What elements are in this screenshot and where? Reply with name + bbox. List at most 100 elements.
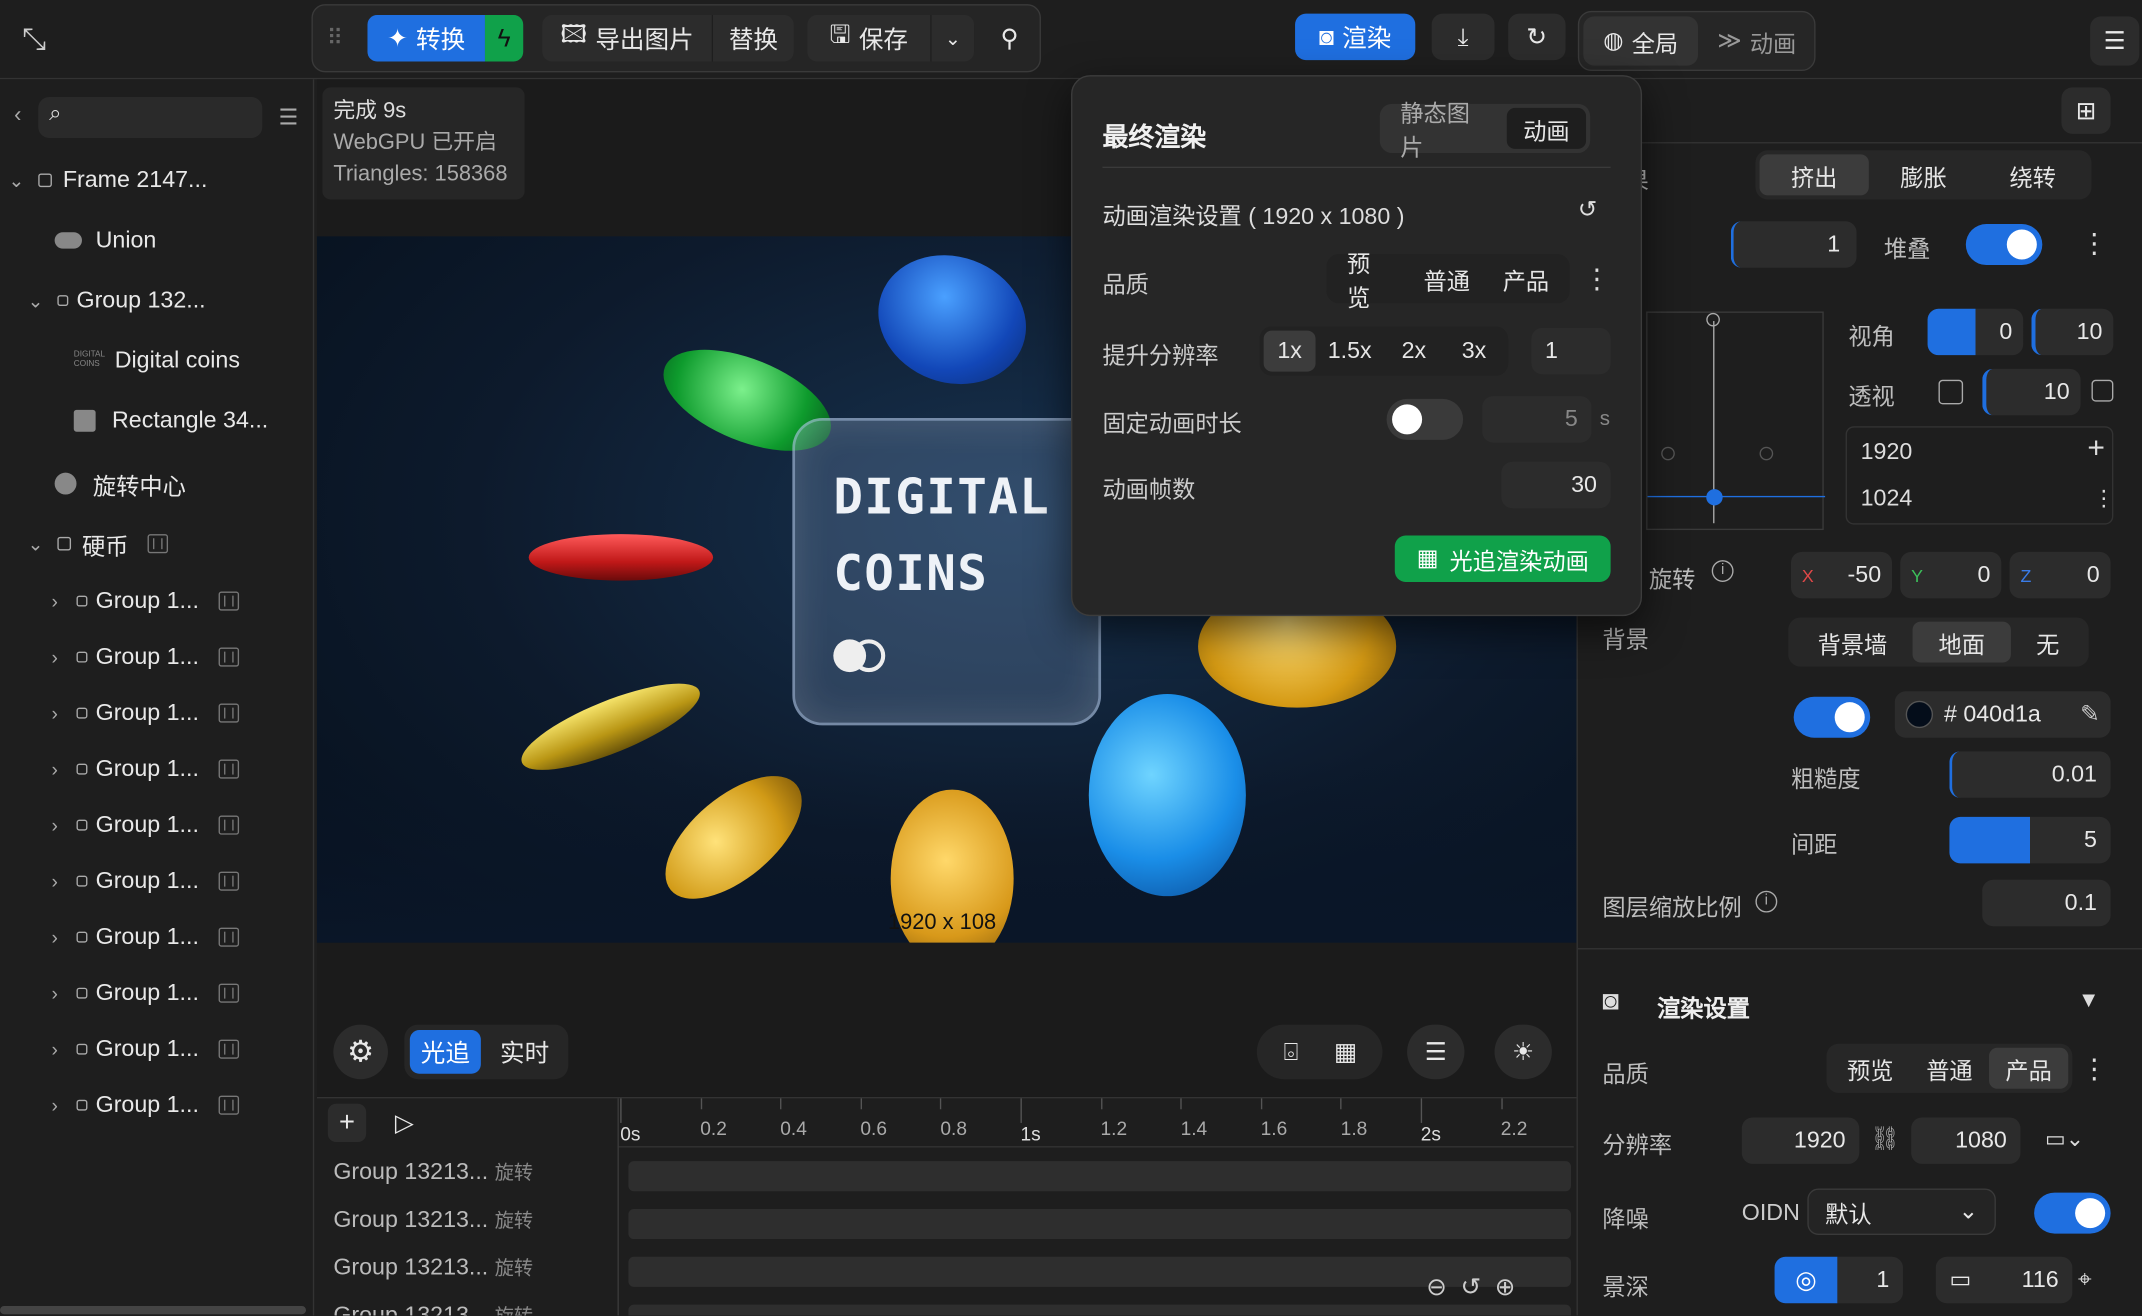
quality-preview[interactable]: 预览 bbox=[1331, 251, 1408, 311]
resolution-width[interactable]: 1920 bbox=[1741, 1117, 1860, 1164]
add-icon[interactable]: + bbox=[2087, 430, 2105, 466]
convert-button[interactable]: ✦ 转换 bbox=[367, 15, 485, 62]
quality-normal[interactable]: 普通 bbox=[1407, 258, 1486, 299]
denoise-toggle[interactable] bbox=[2034, 1192, 2111, 1234]
chevron-right-icon[interactable]: › bbox=[44, 814, 66, 836]
track-bar[interactable] bbox=[628, 1208, 1572, 1240]
quality-product[interactable]: 产品 bbox=[1486, 258, 1565, 299]
lightning-button[interactable]: ϟ bbox=[484, 15, 524, 62]
search-field[interactable]: ⌕ bbox=[38, 96, 263, 138]
reset-zoom-icon[interactable]: ↺ bbox=[1460, 1273, 1481, 1306]
rot-z-input[interactable]: Z0 bbox=[2009, 551, 2111, 599]
collapse-chevron-icon[interactable]: ▼ bbox=[2078, 989, 2100, 1014]
chevron-right-icon[interactable]: › bbox=[44, 982, 66, 1004]
layer-row[interactable]: › Group 1... bbox=[0, 742, 309, 797]
focus-target-icon[interactable]: ⌖ bbox=[2078, 1265, 2092, 1294]
layer-row[interactable]: › Group 1... bbox=[0, 910, 309, 965]
color-swatch[interactable] bbox=[1905, 700, 1934, 729]
popup-more-icon[interactable]: ⋮ bbox=[1583, 262, 1610, 296]
light-button[interactable]: ☀ bbox=[1494, 1024, 1552, 1080]
chevron-right-icon[interactable]: › bbox=[44, 926, 66, 948]
chevron-down-icon[interactable]: ⌄ bbox=[25, 289, 47, 312]
layer-row[interactable]: › Group 1... bbox=[0, 798, 309, 853]
rot-y-input[interactable]: Y0 bbox=[1900, 551, 2002, 599]
device-dropdown-icon[interactable]: ▭⌄ bbox=[2045, 1126, 2084, 1153]
layer-row[interactable]: › Group 1... bbox=[0, 1078, 309, 1133]
rs-more-icon[interactable]: ⋮ bbox=[2081, 1052, 2108, 1086]
upscale-input[interactable]: 1 bbox=[1531, 327, 1611, 375]
layer-scale-input[interactable]: 0.1 bbox=[1982, 879, 2111, 927]
layer-row[interactable]: › Group 1... bbox=[0, 1022, 309, 1077]
chevron-right-icon[interactable]: › bbox=[44, 1038, 66, 1060]
layer-row[interactable]: ⌄ 硬币 bbox=[0, 516, 309, 571]
layer-row[interactable]: Union bbox=[0, 213, 309, 268]
depth-input[interactable]: 1 bbox=[1730, 221, 1857, 268]
global-tab[interactable]: ◍ 全局 bbox=[1583, 16, 1699, 66]
menu-button[interactable]: ☰ bbox=[2090, 16, 2140, 66]
add-keyframe-button[interactable]: + bbox=[327, 1103, 367, 1143]
realtime-mode[interactable]: 实时 bbox=[486, 1030, 563, 1074]
raytrace-mode[interactable]: 光追 bbox=[409, 1030, 481, 1074]
bg-none[interactable]: 无 bbox=[2011, 622, 2085, 663]
size-more-icon[interactable]: ⋮ bbox=[2093, 485, 2115, 512]
stamp-button[interactable]: ⚲ bbox=[988, 15, 1032, 61]
layer-row[interactable]: ⌄ Group 132... bbox=[0, 273, 309, 328]
fixed-duration-toggle[interactable] bbox=[1386, 398, 1464, 440]
layer-row[interactable]: DIGITAL COINS Digital coins bbox=[0, 333, 309, 388]
resolution-height[interactable]: 1080 bbox=[1911, 1117, 2021, 1164]
back-icon[interactable]: ‹ bbox=[8, 104, 27, 129]
list-view-icon[interactable]: ☰ bbox=[273, 104, 303, 131]
download-button[interactable]: ⤓ bbox=[1431, 13, 1495, 61]
zoom-in-icon[interactable]: ⊕ bbox=[1495, 1273, 1516, 1306]
replace-button[interactable]: 替换 bbox=[711, 15, 794, 62]
dof-input[interactable]: 1 bbox=[1837, 1256, 1903, 1304]
upscale-1x[interactable]: 1x bbox=[1263, 330, 1316, 372]
grid-button[interactable]: ▦ bbox=[1320, 1030, 1372, 1074]
chevron-down-icon[interactable]: ⌄ bbox=[5, 169, 27, 192]
timeline-ruler[interactable]: 0s 0.2 0.4 0.6 0.8 1s 1.2 1.4 1.6 1.8 2s 2.2 bbox=[617, 1098, 1574, 1148]
focus-distance-input[interactable]: ▭ 116 bbox=[1935, 1256, 2073, 1304]
rs-quality-normal[interactable]: 普通 bbox=[1910, 1048, 1989, 1089]
more-icon[interactable]: ⋮ bbox=[2081, 227, 2108, 261]
animation-tab[interactable]: ≫ 动画 bbox=[1702, 16, 1811, 65]
layer-row[interactable]: › Group 1... bbox=[0, 686, 309, 741]
bg-ground[interactable]: 地面 bbox=[1912, 621, 2011, 663]
layout-toggle-button[interactable]: ⊞ bbox=[2061, 87, 2111, 134]
fov-input[interactable]: 0 bbox=[1927, 308, 2024, 356]
rot-x-input[interactable]: X -50 bbox=[1790, 551, 1893, 599]
layer-row[interactable]: › Group 1... bbox=[0, 854, 309, 909]
chevron-right-icon[interactable]: › bbox=[44, 1094, 66, 1116]
raytrace-render-animation-button[interactable]: ▦ 光追渲染动画 bbox=[1394, 535, 1611, 582]
layer-row[interactable]: › Group 1... bbox=[0, 966, 309, 1021]
perspective-lock-icon[interactable] bbox=[2091, 379, 2114, 402]
track-bar[interactable] bbox=[628, 1161, 1572, 1192]
tab-animation[interactable]: 动画 bbox=[1506, 107, 1587, 149]
track-bar[interactable] bbox=[628, 1304, 1572, 1316]
save-dropdown-button[interactable]: ⌄ bbox=[930, 15, 975, 62]
zoom-out-icon[interactable]: ⊖ bbox=[1426, 1273, 1447, 1306]
height-value[interactable]: 1024 bbox=[1861, 485, 1913, 512]
track-label[interactable]: Group 13213... 旋转 bbox=[333, 1206, 533, 1233]
search-input[interactable] bbox=[76, 101, 255, 134]
save-button[interactable]: 🖫 保存 bbox=[807, 15, 931, 62]
play-button[interactable]: ▷ bbox=[385, 1104, 423, 1142]
width-value[interactable]: 1920 bbox=[1861, 439, 1913, 466]
upscale-2x[interactable]: 2x bbox=[1384, 331, 1444, 372]
aperture-button[interactable]: ◎ bbox=[1774, 1256, 1838, 1304]
effect-extrude[interactable]: 挤出 bbox=[1759, 154, 1869, 196]
layer-row[interactable]: › Group 1... bbox=[0, 574, 309, 629]
render-button[interactable]: ◙ 渲染 bbox=[1295, 13, 1416, 61]
chevron-right-icon[interactable]: › bbox=[44, 758, 66, 780]
perspective-input[interactable]: 10 bbox=[1982, 368, 2081, 416]
layer-row[interactable]: 旋转中心 bbox=[0, 456, 309, 511]
effect-inflate[interactable]: 膨胀 bbox=[1869, 154, 1978, 195]
settings-button[interactable]: ⚙ bbox=[333, 1024, 388, 1080]
focus-button[interactable]: ⌻ bbox=[1265, 1030, 1317, 1074]
bg-color-field[interactable]: # 040d1a ✎ bbox=[1894, 691, 2111, 738]
rs-quality-preview[interactable]: 预览 bbox=[1831, 1048, 1910, 1089]
roughness-input[interactable]: 0.01 bbox=[1949, 751, 2111, 798]
denoise-select[interactable]: 默认 ⌄ bbox=[1807, 1188, 1996, 1235]
tab-static-image[interactable]: 静态图片 bbox=[1384, 101, 1507, 161]
upscale-1-5x[interactable]: 1.5x bbox=[1316, 331, 1384, 372]
drag-handle-icon[interactable]: ⠿ bbox=[324, 22, 346, 55]
